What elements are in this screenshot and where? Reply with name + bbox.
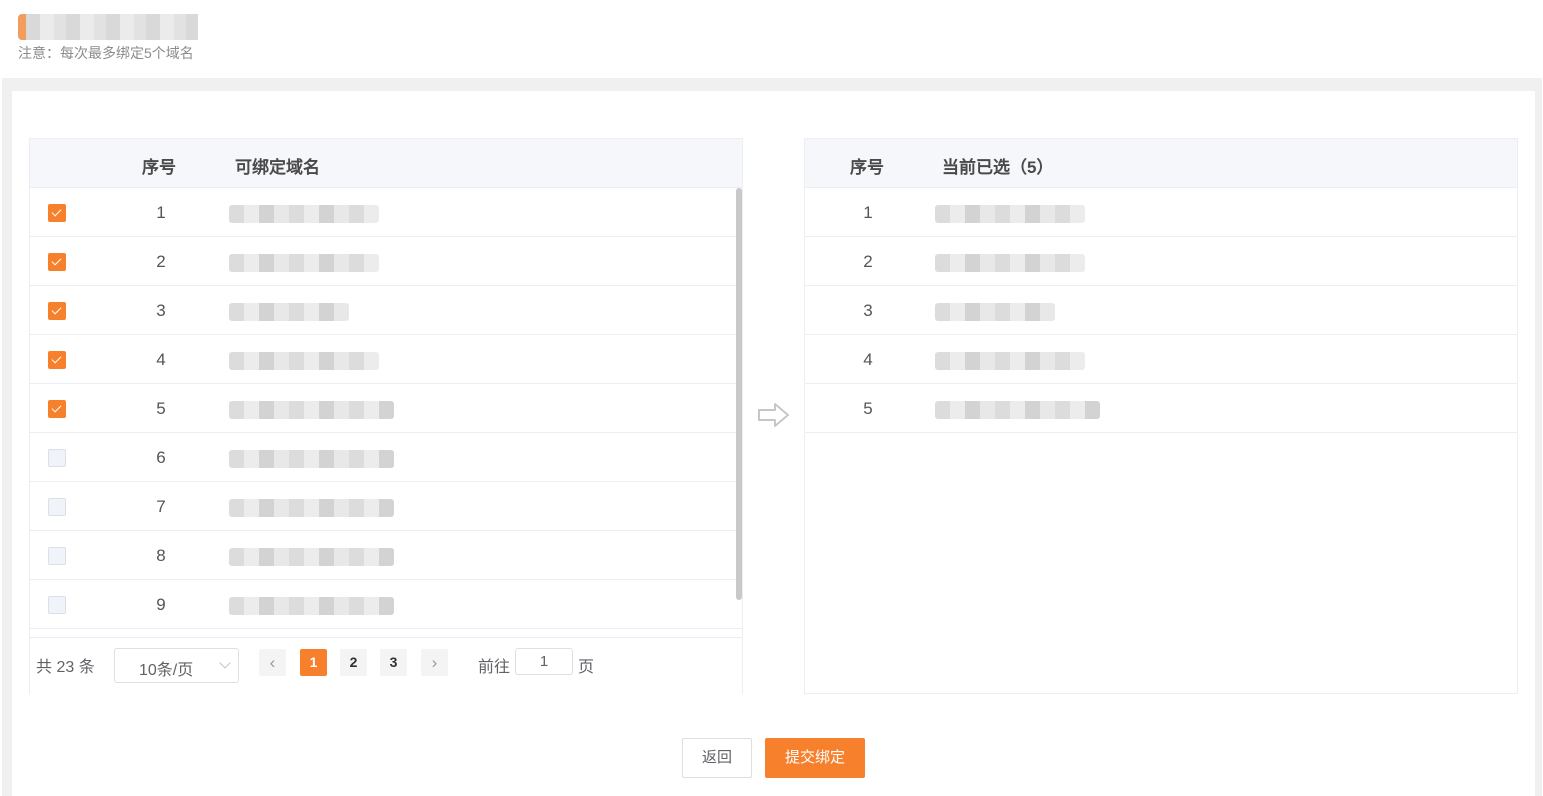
row-checkbox[interactable] <box>48 596 66 614</box>
row-index: 9 <box>156 595 166 614</box>
page-button-2[interactable]: 2 <box>340 649 367 676</box>
goto-suffix: 页 <box>578 659 595 676</box>
row-checkbox[interactable] <box>48 449 66 467</box>
row-index: 4 <box>863 350 873 369</box>
prev-page-button[interactable]: ‹ <box>259 649 286 676</box>
page-title <box>18 13 198 41</box>
table-row[interactable]: 9 <box>30 580 742 629</box>
column-header-domain: 可绑定域名 <box>235 158 320 177</box>
domain-redacted <box>229 303 349 321</box>
table-row: 1 <box>805 188 1517 237</box>
row-index: 3 <box>863 301 873 320</box>
submit-binding-button[interactable]: 提交绑定 <box>765 738 865 778</box>
available-domains-table: 序号 可绑定域名 1 2 3 4 5 6 7 8 9 共 23 条 10条/页 … <box>29 138 743 695</box>
row-checkbox[interactable] <box>48 253 66 271</box>
domain-redacted <box>229 499 394 517</box>
row-index: 5 <box>156 399 166 418</box>
column-header-selected: 当前已选（5） <box>942 158 1054 177</box>
page-size-select[interactable]: 10条/页 <box>114 648 239 683</box>
column-header-index: 序号 <box>850 158 884 177</box>
table-row[interactable]: 3 <box>30 286 742 335</box>
binding-limit-note: 注意：每次最多绑定5个域名 <box>18 45 194 61</box>
row-index: 1 <box>156 203 166 222</box>
title-accent-bar <box>18 14 26 40</box>
chevron-right-icon: › <box>431 653 438 672</box>
row-index: 8 <box>156 546 166 565</box>
chevron-left-icon: ‹ <box>269 653 276 672</box>
table-header: 序号 当前已选（5） <box>805 139 1517 188</box>
domain-redacted <box>229 597 394 615</box>
next-page-button[interactable]: › <box>421 649 448 676</box>
row-index: 2 <box>156 252 166 271</box>
goto-prefix: 前往 <box>478 659 511 676</box>
domain-redacted <box>935 254 1085 272</box>
pagination: 共 23 条 10条/页 ‹ 1 2 3 › 前往 页 <box>30 637 742 695</box>
page-button-1[interactable]: 1 <box>300 649 327 676</box>
domain-redacted <box>229 401 394 419</box>
domain-redacted <box>229 450 394 468</box>
row-checkbox[interactable] <box>48 302 66 320</box>
row-index: 7 <box>156 497 166 516</box>
goto-page-input[interactable] <box>515 648 573 675</box>
back-button[interactable]: 返回 <box>682 738 752 778</box>
table-row[interactable]: 5 <box>30 384 742 433</box>
domain-redacted <box>935 401 1100 419</box>
row-index: 3 <box>156 301 166 320</box>
row-index: 5 <box>863 399 873 418</box>
table-row[interactable]: 4 <box>30 335 742 384</box>
table-row: 3 <box>805 286 1517 335</box>
row-checkbox[interactable] <box>48 400 66 418</box>
page-button-3[interactable]: 3 <box>380 649 407 676</box>
total-count: 共 23 条 <box>36 659 95 676</box>
table-row: 5 <box>805 384 1517 433</box>
arrow-right-icon <box>758 403 789 427</box>
column-header-index: 序号 <box>142 158 176 177</box>
domain-redacted <box>229 352 379 370</box>
page-title-redacted <box>26 14 198 40</box>
domain-redacted <box>229 205 379 223</box>
page-size-value: 10条/页 <box>139 662 194 679</box>
page-header: 注意：每次最多绑定5个域名 <box>0 0 1543 78</box>
row-checkbox[interactable] <box>48 204 66 222</box>
chevron-down-icon <box>219 657 231 669</box>
table-row: 4 <box>805 335 1517 384</box>
row-checkbox[interactable] <box>48 351 66 369</box>
row-checkbox[interactable] <box>48 547 66 565</box>
domain-redacted <box>935 352 1085 370</box>
domain-redacted <box>229 254 379 272</box>
row-index: 2 <box>863 252 873 271</box>
scrollbar-thumb[interactable] <box>736 188 742 600</box>
domain-redacted <box>935 303 1055 321</box>
table-header: 序号 可绑定域名 <box>30 139 742 188</box>
row-index: 6 <box>156 448 166 467</box>
table-row: 2 <box>805 237 1517 286</box>
row-index: 1 <box>863 203 873 222</box>
table-row[interactable]: 1 <box>30 188 742 237</box>
domain-redacted <box>935 205 1085 223</box>
domain-redacted <box>229 548 394 566</box>
table-scrollbar[interactable] <box>735 188 743 638</box>
selected-domains-table: 序号 当前已选（5） 1 2 3 4 5 <box>804 138 1518 694</box>
table-row[interactable]: 8 <box>30 531 742 580</box>
table-row[interactable]: 6 <box>30 433 742 482</box>
table-row[interactable]: 2 <box>30 237 742 286</box>
row-checkbox[interactable] <box>48 498 66 516</box>
row-index: 4 <box>156 350 166 369</box>
table-row[interactable]: 7 <box>30 482 742 531</box>
